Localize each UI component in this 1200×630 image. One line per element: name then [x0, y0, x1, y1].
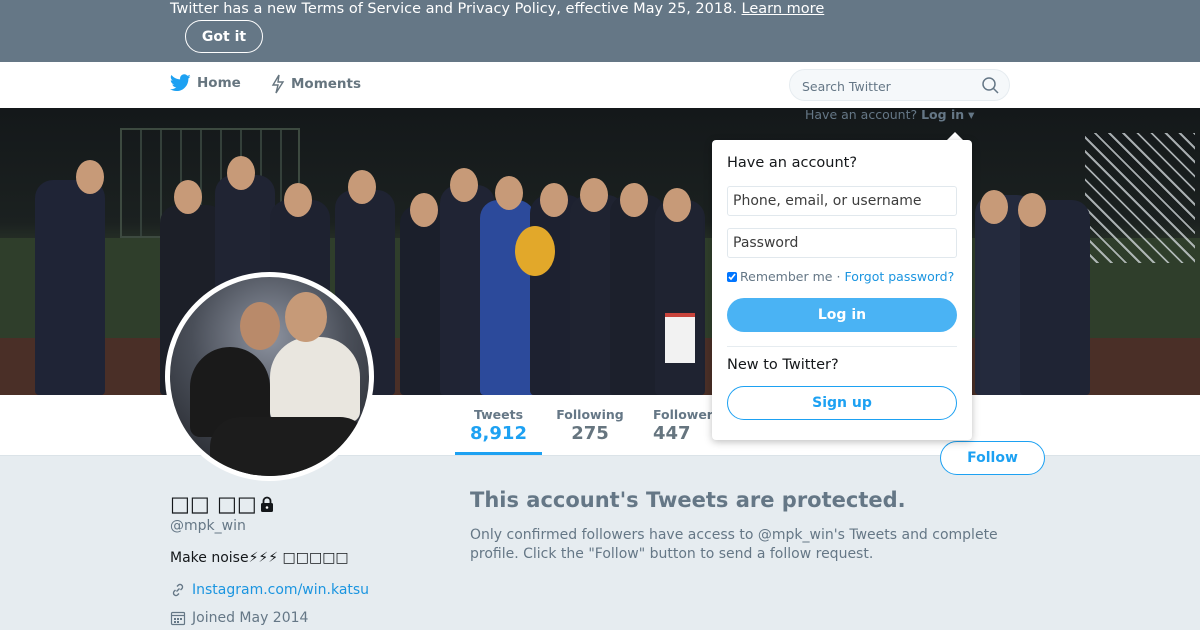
avatar-face [285, 292, 327, 342]
join-date: Joined May 2014 [192, 610, 309, 626]
bio: Make noise⚡⚡⚡ □□□□□ [170, 550, 349, 566]
stat-following-value: 275 [571, 423, 609, 444]
group-head [174, 180, 202, 214]
screen-name: @mpk_win [170, 518, 246, 534]
signup-button[interactable]: Sign up [727, 386, 957, 420]
caret-down-icon: ▾ [968, 107, 975, 122]
protected-text: Only confirmed followers have access to … [470, 527, 998, 562]
search-icon[interactable] [982, 77, 999, 94]
group-head [980, 190, 1008, 224]
join-date-row: Joined May 2014 [170, 610, 308, 626]
profile-name-text: □□ □□ [170, 492, 257, 516]
group-person [655, 200, 705, 395]
avatar-figure [270, 337, 360, 422]
profile-website-link[interactable]: Instagram.com/win.katsu [192, 582, 369, 598]
nav-moments[interactable]: Moments [271, 74, 361, 94]
stat-following-label: Following [556, 407, 624, 422]
login-button[interactable]: Log in [727, 298, 957, 332]
remember-label[interactable]: Remember me [740, 269, 832, 284]
group-head [348, 170, 376, 204]
nav-home-label: Home [197, 75, 241, 91]
flower-bouquet [515, 226, 555, 276]
protected-title: This account's Tweets are protected. [470, 488, 906, 512]
stat-tweets-label: Tweets [473, 407, 524, 422]
login-toggle[interactable]: Have an account? Log in ▾ [805, 107, 974, 122]
terms-banner: Twitter has a new Terms of Service and P… [0, 0, 1200, 62]
group-head [76, 160, 104, 194]
stat-tweets[interactable]: Tweets 8,912 [455, 407, 542, 455]
stat-tweets-value: 8,912 [470, 423, 527, 444]
got-it-button[interactable]: Got it [185, 20, 263, 53]
calendar-icon [170, 611, 186, 626]
group-head [580, 178, 608, 212]
learn-more-link[interactable]: Learn more [742, 1, 825, 17]
separator-dot: · [836, 269, 841, 284]
group-head [1018, 193, 1046, 227]
group-person [35, 180, 105, 395]
group-head [284, 183, 312, 217]
group-head [495, 176, 523, 210]
login-dropdown: Have an account? Remember me · Forgot pa… [712, 140, 972, 440]
stat-following[interactable]: Following 275 [555, 407, 625, 444]
avatar-face [240, 302, 280, 350]
search-input[interactable] [802, 76, 972, 96]
nav-home[interactable]: Home [170, 74, 241, 92]
lock-icon [260, 496, 273, 512]
new-to-twitter: New to Twitter? [727, 357, 839, 373]
top-navigation: Home Moments [0, 62, 1200, 108]
remember-checkbox[interactable] [727, 271, 737, 282]
banner-message: Twitter has a new Terms of Service and P… [170, 1, 737, 17]
dropdown-caret [947, 132, 963, 140]
divider [727, 346, 957, 347]
username-field[interactable] [727, 186, 957, 216]
group-head [410, 193, 438, 227]
paper-bag [665, 313, 695, 363]
password-field[interactable] [727, 228, 957, 258]
search-box[interactable] [789, 69, 1010, 101]
group-head [540, 183, 568, 217]
login-toggle-prefix: Have an account? [805, 107, 918, 122]
group-head [227, 156, 255, 190]
twitter-bird-icon [170, 74, 191, 92]
avatar[interactable] [165, 272, 374, 481]
remember-row: Remember me · Forgot password? [727, 269, 954, 284]
bleacher-stand [1085, 133, 1195, 263]
avatar-legs [210, 417, 369, 476]
login-title: Have an account? [727, 155, 858, 171]
group-head [663, 188, 691, 222]
lightning-icon [271, 74, 285, 94]
nav-moments-label: Moments [291, 76, 362, 92]
banner-text: Twitter has a new Terms of Service and P… [170, 1, 824, 17]
group-person [1020, 200, 1090, 395]
group-head [450, 168, 478, 202]
group-head [620, 183, 648, 217]
forgot-password-link[interactable]: Forgot password? [844, 269, 954, 284]
login-toggle-action: Log in [921, 107, 965, 122]
link-icon [172, 583, 184, 597]
profile-link-row: Instagram.com/win.katsu [170, 582, 369, 598]
follow-button[interactable]: Follow [940, 441, 1045, 475]
profile-name: □□ □□ [170, 492, 275, 516]
